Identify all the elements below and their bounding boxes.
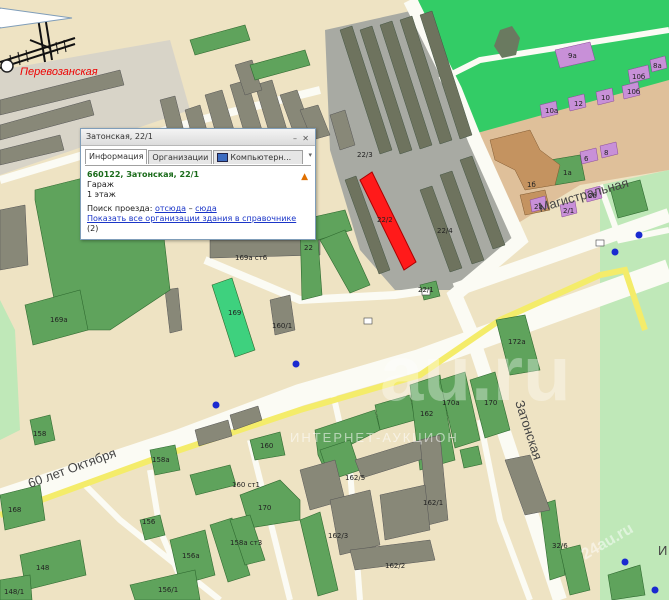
building-label: 168 — [8, 506, 21, 514]
show-organizations-link[interactable]: Показать все организации здания в справо… — [87, 214, 296, 223]
tabs-dropdown-icon[interactable]: ▾ — [308, 151, 312, 159]
building-label: 158а ст3 — [230, 539, 262, 547]
building-label: 1а — [563, 169, 572, 177]
building-label: 148/1 — [4, 588, 24, 596]
building-label: 8а — [653, 62, 662, 70]
building-label: 8 — [604, 149, 608, 157]
building-label: 10а — [545, 107, 558, 115]
building-label: 158а — [152, 456, 170, 464]
building-label: 162/3 — [328, 532, 348, 540]
building-label: 2б — [588, 192, 597, 200]
building-label: 169а — [50, 316, 68, 324]
building-label: 169 — [228, 309, 241, 317]
popup-titlebar[interactable]: Затонская, 22/1 – ✕ — [81, 129, 315, 146]
building-label: 22/1 — [418, 286, 434, 294]
building-label: 32/6 — [552, 542, 568, 550]
organizations-count: (2) — [87, 224, 99, 233]
building-label: 22 — [304, 244, 313, 252]
popup-pointer — [0, 7, 73, 29]
building-label: 6 — [584, 155, 589, 163]
building-label: 22/2 — [377, 216, 393, 224]
building-label: 160 ст1 — [232, 481, 260, 489]
close-icon[interactable]: ✕ — [302, 131, 309, 147]
building-label: 2/1 — [563, 207, 574, 215]
building-label: 2а — [534, 203, 543, 211]
popup-tabs: Информация Организации Компьютерн... ▾ — [81, 146, 315, 165]
building-label: 162/5 — [345, 474, 365, 482]
building-label: 156 — [142, 518, 156, 526]
building-label: 162 — [420, 410, 433, 418]
building-label: 162/2 — [385, 562, 405, 570]
building-label: 10б — [632, 73, 645, 81]
building-label: 1б — [527, 181, 536, 189]
building-label: 22/3 — [357, 151, 373, 159]
route-to-link[interactable]: сюда — [195, 204, 217, 213]
tab-computer[interactable]: Компьютерн... — [213, 150, 304, 164]
popup-building-type: Гараж — [87, 180, 114, 189]
building-label: 160/1 — [272, 322, 292, 330]
building-label: 160 — [260, 442, 273, 450]
building-label: 170 — [258, 504, 271, 512]
building-label: 170 — [484, 399, 497, 407]
tab-organizations[interactable]: Организации — [148, 150, 213, 164]
building-label: 170а — [442, 399, 460, 407]
building-label: 22/4 — [437, 227, 453, 235]
building-label: 162/1 — [423, 499, 443, 507]
street-label-perevoz: Перевозанская — [20, 66, 98, 78]
map-canvas[interactable]: au.ru ИНТЕРНЕТ-АУКЦИОН 24au.ru Перевозан… — [0, 0, 669, 600]
popup-address: 660122, Затонская, 22/1 — [87, 170, 200, 179]
minimize-icon[interactable]: – — [293, 131, 297, 147]
map-svg[interactable]: au.ru ИНТЕРНЕТ-АУКЦИОН 24au.ru Перевозан… — [0, 0, 669, 600]
building-label: 156/1 — [158, 586, 178, 594]
building-label: 10 — [601, 94, 610, 102]
building-label: 156а — [182, 552, 200, 560]
building-label: 12 — [574, 100, 583, 108]
route-dash: – — [188, 204, 193, 213]
route-label: Поиск проезда: — [87, 204, 153, 213]
popup-floors: 1 этаж — [87, 190, 116, 199]
building-label: 10б — [627, 88, 640, 96]
route-from-link[interactable]: отсюда — [155, 204, 186, 213]
building-label: 169а ст6 — [235, 254, 268, 262]
building-label: 172а — [508, 338, 526, 346]
computer-icon — [217, 153, 229, 162]
edge-text: И — [658, 543, 667, 558]
warning-icon: ▲ — [301, 172, 308, 182]
building-label: 158 — [33, 430, 46, 438]
watermark-main: au.ru — [380, 329, 571, 417]
building-label: 9а — [568, 52, 577, 60]
popup-body: 660122, Затонская, 22/1 Гараж 1 этаж Пои… — [85, 165, 311, 233]
tab-info[interactable]: Информация — [85, 149, 148, 164]
popup-title: Затонская, 22/1 — [86, 132, 153, 141]
info-popup[interactable]: Затонская, 22/1 – ✕ Информация Организаци… — [80, 128, 316, 240]
building-label: 148 — [36, 564, 49, 572]
watermark-sub: ИНТЕРНЕТ-АУКЦИОН — [290, 430, 459, 445]
